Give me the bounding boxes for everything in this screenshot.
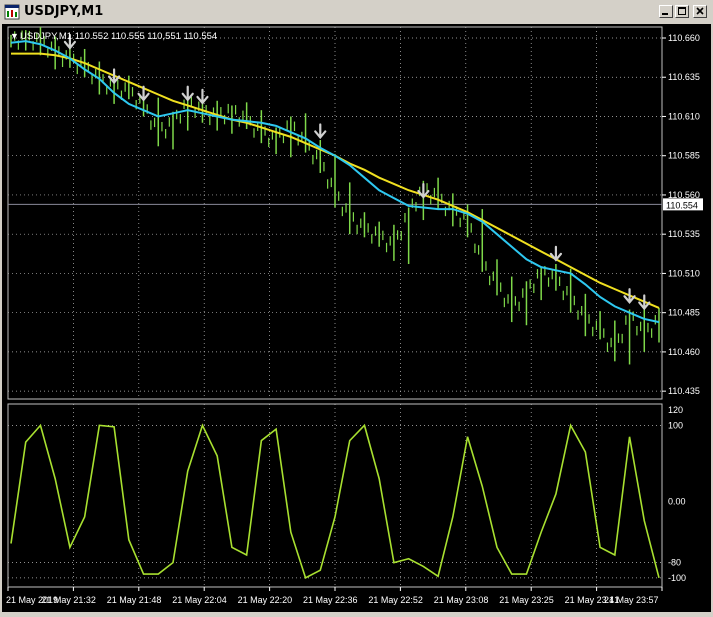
window-title: USDJPY,M1 <box>24 4 104 19</box>
indicator-tick-label: -80 <box>668 558 681 568</box>
title-bar[interactable]: USDJPY,M1 <box>0 0 713 24</box>
time-tick-label: 21 May 23:25 <box>499 595 554 605</box>
chart-canvas[interactable]: 21 May 201921 May 21:32 21 May 21:48 21 Ma… <box>2 24 711 612</box>
sell-arrow-icon <box>196 88 209 105</box>
arrow-stroke <box>638 294 651 311</box>
price-tick-label: 110.660 <box>668 33 700 43</box>
price-tick-label: 110.435 <box>668 386 700 396</box>
time-tick-label: 21 May 22:20 <box>238 595 293 605</box>
time-tick-label: 21 May 22:36 <box>303 595 358 605</box>
sell-arrow-icon <box>638 294 651 311</box>
grid <box>8 27 662 587</box>
close-icon <box>696 7 704 15</box>
current-price-label: 110.554 <box>666 200 698 210</box>
time-tick-label: 21 May 23:57 <box>604 595 659 605</box>
price-tick-label: 110.485 <box>668 308 700 318</box>
indicator-panel-border <box>7 403 663 588</box>
time-tick-label: 21 May 22:52 <box>368 595 423 605</box>
sell-arrow-icon <box>314 123 327 140</box>
time-tick-label: 21 May 23:08 <box>434 595 489 605</box>
time-tick-label: 21 May 21:48 <box>107 595 162 605</box>
price-tick-label: 110.610 <box>668 111 700 121</box>
price-tick-label: 110.535 <box>668 229 700 239</box>
minimize-icon <box>662 13 668 15</box>
time-tick-label: 21 May 21:32 <box>41 595 96 605</box>
chart-header-arrow: ▼ <box>10 31 19 41</box>
indicator-tick-label: 120 <box>668 405 683 415</box>
price-bars <box>10 27 660 365</box>
arrow-stroke <box>314 123 327 140</box>
chart-window-icon <box>4 4 20 20</box>
maximize-icon <box>678 7 686 15</box>
indicator-tick-label: 100 <box>668 420 683 430</box>
price-tick-label: 110.460 <box>668 347 700 357</box>
arrow-stroke <box>196 88 209 105</box>
price-tick-label: 110.585 <box>668 151 700 161</box>
price-tick-label: 110.510 <box>668 268 700 278</box>
chart-header: USDJPY,M1 110.552 110.555 110,551 110.55… <box>20 31 217 42</box>
arrow-stroke <box>623 288 636 304</box>
price-tick-label: 110.635 <box>668 72 700 82</box>
sell-arrow-icon <box>623 288 636 304</box>
maximize-button[interactable] <box>675 5 689 18</box>
time-tick-label: 21 May 22:04 <box>172 595 227 605</box>
close-button[interactable] <box>693 5 707 18</box>
indicator-tick-label: 0.00 <box>668 497 686 507</box>
axes: 21 May 201921 May 21:32 21 May 21:48 21 Ma… <box>6 33 703 605</box>
minimize-button[interactable] <box>659 5 673 18</box>
chart-window[interactable]: 21 May 2019 21 May 21:32 21 May 21:48 21 Ma… <box>2 24 711 612</box>
indicator-tick-label: -100 <box>668 573 686 583</box>
